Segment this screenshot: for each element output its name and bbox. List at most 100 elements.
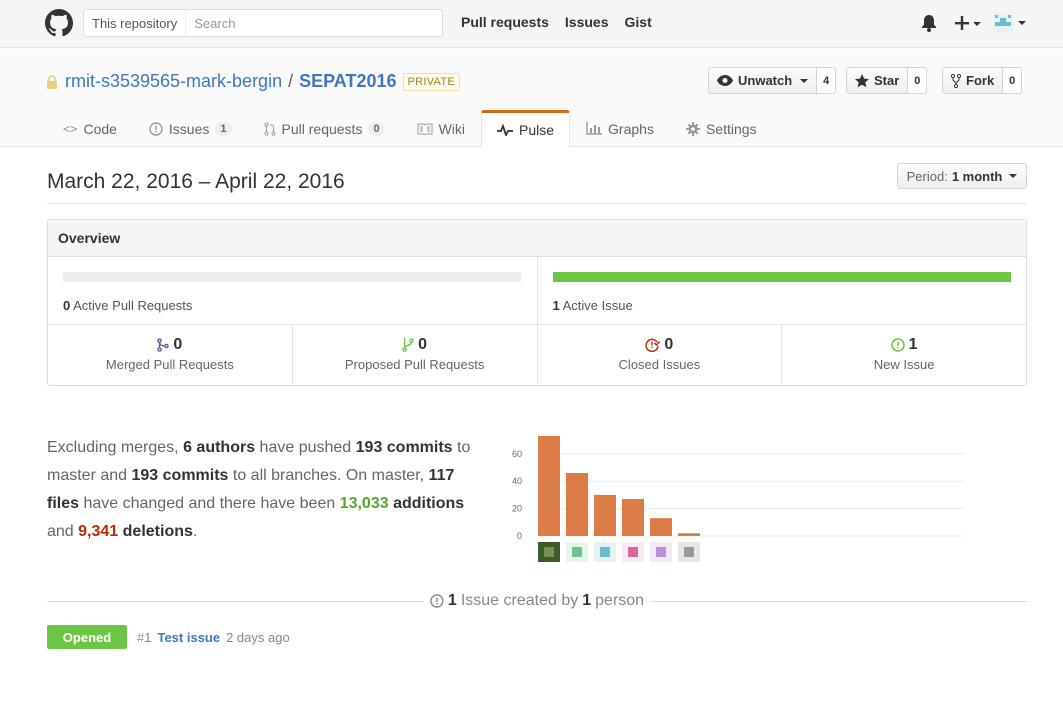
authors-count: 6 authors bbox=[183, 439, 256, 456]
avatar[interactable] bbox=[993, 13, 1029, 33]
code-icon: <> bbox=[63, 121, 78, 136]
commit-summary: Excluding merges, 6 authors have pushed … bbox=[47, 434, 487, 546]
pulse-icon bbox=[497, 124, 514, 136]
stat-new-issues[interactable]: 1 New Issue bbox=[782, 325, 1026, 384]
repo-tabs: <> Code Issues 1 Pull requests 0 Wiki Pu… bbox=[47, 110, 773, 148]
issue-number: #1 bbox=[137, 629, 152, 645]
watch-group: Unwatch 4 bbox=[708, 67, 837, 94]
chevron-down-icon bbox=[800, 78, 809, 83]
chart-bar bbox=[622, 499, 644, 536]
author-avatar-pattern bbox=[628, 547, 638, 557]
repo-name-link[interactable]: SEPAT2016 bbox=[299, 71, 396, 92]
tab-label: Graphs bbox=[608, 120, 654, 137]
star-group: Star 0 bbox=[846, 67, 928, 94]
eye-icon bbox=[717, 75, 733, 86]
bell-icon[interactable] bbox=[920, 13, 938, 33]
watch-count[interactable]: 4 bbox=[817, 67, 837, 94]
author-avatar-pattern bbox=[572, 547, 582, 557]
private-label: PRIVATE bbox=[402, 72, 461, 91]
chart-bar bbox=[566, 472, 588, 536]
stat-proposed-prs[interactable]: 0 Proposed Pull Requests bbox=[293, 325, 538, 384]
period-value: 1 month bbox=[951, 168, 1003, 184]
stat-label: Closed Issues bbox=[618, 357, 701, 372]
top-nav: Pull requests Issues Gist bbox=[461, 14, 652, 30]
active-prs[interactable]: 0 Active Pull Requests bbox=[48, 257, 538, 324]
commits-master-count: 193 commits bbox=[355, 439, 453, 456]
star-label: Star bbox=[874, 73, 900, 88]
stat-value: 0 bbox=[418, 336, 428, 353]
github-logo-icon[interactable] bbox=[45, 9, 73, 37]
pr-icon bbox=[263, 121, 276, 136]
pr-count-badge: 0 bbox=[368, 121, 385, 136]
book-icon bbox=[417, 123, 433, 135]
summary-text: . bbox=[192, 523, 198, 540]
author-avatar-pattern bbox=[544, 547, 554, 557]
stat-label: Proposed Pull Requests bbox=[344, 357, 485, 372]
overview-title: Overview bbox=[48, 220, 1026, 257]
repo-title: rmit-s3539565-mark-bergin / SEPAT2016 PR… bbox=[46, 71, 461, 92]
tab-label: Pulse bbox=[519, 122, 555, 138]
star-button[interactable]: Star bbox=[846, 67, 909, 94]
issues-summary-text: Issue created by bbox=[460, 592, 579, 609]
repo-owner-link[interactable]: rmit-s3539565-mark-bergin bbox=[65, 71, 282, 92]
search-box: This repository bbox=[83, 9, 443, 37]
fork-count[interactable]: 0 bbox=[1003, 67, 1023, 94]
deletions-word: deletions bbox=[122, 523, 193, 540]
summary-text: Excluding merges, bbox=[47, 439, 179, 456]
star-count[interactable]: 0 bbox=[908, 67, 928, 94]
author-avatar-pattern bbox=[684, 547, 694, 557]
additions-count: 13,033 bbox=[339, 495, 389, 512]
tab-label: Pull requests bbox=[281, 120, 363, 137]
nav-pull-requests[interactable]: Pull requests bbox=[461, 14, 549, 30]
active-prs-count: 0 bbox=[63, 298, 71, 313]
tab-wiki[interactable]: Wiki bbox=[401, 110, 481, 147]
summary-text: and bbox=[47, 523, 74, 540]
fork-group: Fork 0 bbox=[942, 67, 1023, 94]
stat-value: 0 bbox=[173, 336, 183, 353]
fork-button[interactable]: Fork bbox=[942, 67, 1004, 94]
tab-pull-requests[interactable]: Pull requests 0 bbox=[248, 110, 401, 147]
stat-closed-issues[interactable]: 0 Closed Issues bbox=[538, 325, 783, 384]
repo-header: rmit-s3539565-mark-bergin / SEPAT2016 PR… bbox=[0, 49, 1063, 148]
unwatch-button[interactable]: Unwatch bbox=[708, 67, 818, 94]
fork-label: Fork bbox=[966, 73, 995, 88]
tab-settings[interactable]: Settings bbox=[670, 110, 773, 147]
site-header: This repository Pull requests Issues Gis… bbox=[0, 0, 1063, 48]
tab-graphs[interactable]: Graphs bbox=[570, 110, 670, 147]
nav-gist[interactable]: Gist bbox=[625, 14, 652, 30]
tab-issues[interactable]: Issues 1 bbox=[133, 110, 248, 147]
chevron-down-icon bbox=[1009, 174, 1018, 178]
summary-text: to all branches. On master, bbox=[232, 467, 425, 484]
period-label: Period: bbox=[906, 168, 948, 184]
summary-text: have changed and there have been bbox=[83, 495, 336, 512]
chart-bar bbox=[650, 518, 672, 536]
issue-opened-icon bbox=[430, 594, 444, 608]
active-prs-bar bbox=[63, 272, 521, 282]
stat-label: New Issue bbox=[873, 357, 935, 372]
active-issues[interactable]: 1 Active Issue bbox=[538, 257, 1027, 324]
active-issues-bar bbox=[552, 272, 1011, 282]
additions-word: additions bbox=[393, 495, 465, 512]
deletions-count: 9,341 bbox=[78, 523, 119, 540]
issue-state-badge: Opened bbox=[47, 625, 127, 649]
y-tick-label: 40 bbox=[512, 476, 522, 486]
tab-label: Issues bbox=[168, 120, 210, 137]
stat-merged-prs[interactable]: 0 Merged Pull Requests bbox=[48, 325, 293, 384]
issues-created-count: 1 bbox=[447, 592, 457, 609]
issues-summary: 1 Issue created by 1 person bbox=[47, 592, 1027, 612]
plus-icon[interactable] bbox=[953, 13, 983, 33]
issue-title-link[interactable]: Test issue bbox=[157, 630, 220, 645]
tab-code[interactable]: <> Code bbox=[47, 110, 133, 147]
repo-separator: / bbox=[288, 71, 294, 91]
graph-icon bbox=[586, 122, 603, 135]
tab-pulse[interactable]: Pulse bbox=[481, 110, 571, 148]
period-select[interactable]: Period: 1 month bbox=[897, 163, 1027, 189]
stat-label: Merged Pull Requests bbox=[105, 357, 234, 372]
stat-value: 0 bbox=[664, 336, 674, 353]
divider bbox=[47, 203, 1027, 204]
issue-closed-icon bbox=[645, 338, 661, 352]
issue-age: 2 days ago bbox=[226, 629, 290, 645]
pr-icon bbox=[402, 338, 414, 352]
nav-issues[interactable]: Issues bbox=[565, 14, 609, 30]
search-input[interactable] bbox=[186, 10, 442, 36]
